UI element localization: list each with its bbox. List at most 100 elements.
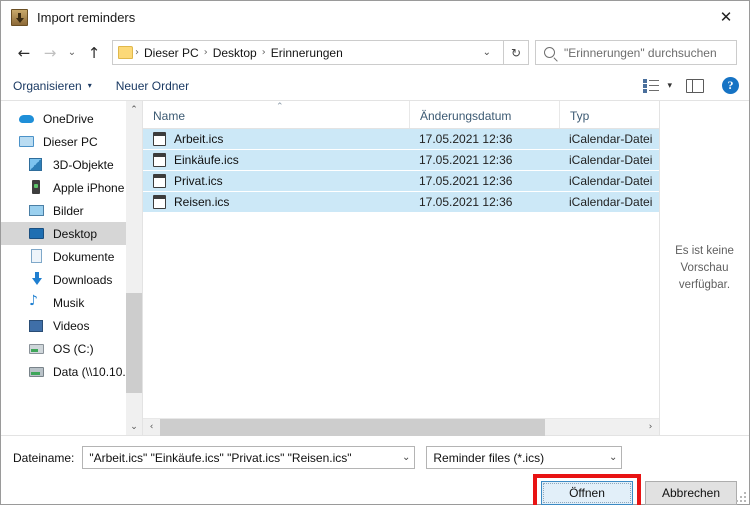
pc-icon: [19, 134, 35, 149]
organize-button[interactable]: Organisieren ▾: [13, 79, 92, 93]
scroll-left-icon[interactable]: ‹: [143, 422, 160, 432]
file-type-filter-value: Reminder files (*.ics): [433, 450, 545, 465]
recent-locations-button[interactable]: ⌄: [63, 40, 81, 66]
chevron-down-icon[interactable]: ⌄: [477, 47, 499, 58]
refresh-button[interactable]: ↻: [504, 40, 529, 65]
sidebar-item-videos[interactable]: Videos: [1, 314, 142, 337]
search-input[interactable]: "Erinnerungen" durchsuchen: [535, 40, 737, 65]
sidebar-item-label: Downloads: [53, 272, 113, 287]
cancel-button[interactable]: Abbrechen: [645, 481, 737, 505]
view-options-caret-icon[interactable]: ▾: [667, 81, 672, 91]
sidebar-item-label: 3D-Objekte: [53, 157, 114, 172]
downloads-icon: [29, 272, 45, 287]
filename-label: Dateiname:: [13, 450, 75, 465]
scroll-up-icon[interactable]: ⌃: [126, 101, 142, 118]
ics-file-icon: [153, 153, 166, 167]
hscroll-track[interactable]: [160, 418, 642, 436]
folder-icon: [118, 46, 133, 59]
3d-objects-icon: [29, 157, 45, 172]
preview-message: Es ist keine Vorschau verfügbar.: [675, 244, 734, 291]
sidebar-item-desktop[interactable]: Desktop: [1, 222, 142, 245]
chevron-down-icon[interactable]: ⌄: [603, 452, 617, 463]
chevron-down-icon: ▾: [87, 81, 92, 90]
command-bar-right: ▾ ?: [643, 77, 739, 94]
breadcrumb-item-0[interactable]: Dieser PC: [141, 46, 202, 60]
breadcrumb-item-2[interactable]: Erinnerungen: [268, 46, 346, 60]
column-header-name-label: Name: [153, 109, 186, 123]
sidebar-item-3d-objekte[interactable]: 3D-Objekte: [1, 153, 142, 176]
column-header-type-label: Typ: [570, 109, 590, 123]
table-row[interactable]: Einkäufe.ics 17.05.2021 12:36 iCalendar-Da…: [143, 150, 659, 171]
sidebar-item-downloads[interactable]: Downloads: [1, 268, 142, 291]
search-icon: [544, 47, 555, 58]
filename-value: "Arbeit.ics" "Einkäufe.ics" "Privat.ics"…: [89, 450, 352, 465]
file-name-cell: Einkäufe.ics: [143, 153, 409, 167]
button-row: Öffnen Abbrechen: [13, 474, 737, 505]
column-header-name[interactable]: Name ⌃: [143, 101, 409, 128]
import-icon: [11, 9, 28, 26]
back-button[interactable]: ←: [11, 40, 37, 66]
sidebar-item-onedrive[interactable]: OneDrive: [1, 107, 142, 130]
sidebar-item-dokumente[interactable]: Dokumente: [1, 245, 142, 268]
breadcrumb-separator-2: ›: [261, 47, 266, 58]
sidebar-item-dieser-pc[interactable]: Dieser PC: [1, 130, 142, 153]
sidebar-item-bilder[interactable]: Bilder: [1, 199, 142, 222]
sidebar-item-data-10-10-0-3[interactable]: Data (\\10.10.0.3: [1, 360, 142, 383]
sidebar-scrollbar[interactable]: ⌃ ⌄: [126, 101, 142, 435]
help-icon[interactable]: ?: [722, 77, 739, 94]
filename-input[interactable]: "Arbeit.ics" "Einkäufe.ics" "Privat.ics"…: [82, 446, 416, 469]
file-list-hscrollbar[interactable]: ‹ ›: [143, 418, 659, 436]
preview-pane-toggle-icon[interactable]: [686, 78, 704, 93]
close-icon[interactable]: ✕: [703, 1, 749, 33]
table-row[interactable]: Reisen.ics 17.05.2021 12:36 iCalendar-Date…: [143, 192, 659, 213]
sidebar-item-apple-iphone[interactable]: Apple iPhone: [1, 176, 142, 199]
sidebar-item-os-c[interactable]: OS (C:): [1, 337, 142, 360]
file-name-cell: Privat.ics: [143, 174, 409, 188]
ics-file-icon: [153, 174, 166, 188]
sidebar-item-label: OS (C:): [53, 341, 94, 356]
sidebar-scroll-track[interactable]: [126, 118, 142, 418]
file-date: 17.05.2021 12:36: [419, 153, 513, 167]
sidebar-item-label: OneDrive: [43, 111, 94, 126]
breadcrumb-item-1[interactable]: Desktop: [210, 46, 260, 60]
file-rows: Arbeit.ics 17.05.2021 12:36 iCalendar-Date…: [143, 129, 659, 418]
hscroll-thumb[interactable]: [160, 418, 545, 436]
ics-file-icon: [153, 132, 166, 146]
view-options-icon[interactable]: [643, 78, 660, 93]
file-type: iCalendar-Datei: [569, 195, 653, 209]
file-type-filter-select[interactable]: Reminder files (*.ics) ⌄: [426, 446, 623, 469]
new-folder-button[interactable]: Neuer Ordner: [116, 79, 189, 93]
navigation-pane: OneDrive Dieser PC 3D-Objekte Apple iPhone B…: [1, 101, 142, 435]
open-button[interactable]: Öffnen: [541, 481, 633, 505]
sidebar-item-musik[interactable]: ♪ Musik: [1, 291, 142, 314]
ics-file-icon: [153, 195, 166, 209]
breadcrumb[interactable]: › Dieser PC › Desktop › Erinnerungen ⌄: [112, 40, 504, 65]
column-headers: Name ⌃ Änderungsdatum Typ: [143, 101, 659, 129]
file-type: iCalendar-Datei: [569, 174, 653, 188]
file-name: Einkäufe.ics: [174, 153, 239, 167]
scroll-right-icon[interactable]: ›: [642, 422, 659, 432]
column-header-type[interactable]: Typ: [559, 101, 659, 128]
chevron-down-icon[interactable]: ⌄: [396, 452, 410, 463]
scroll-down-icon[interactable]: ⌄: [126, 418, 142, 435]
file-name-cell: Arbeit.ics: [143, 132, 409, 146]
column-header-date[interactable]: Änderungsdatum: [409, 101, 559, 128]
file-list-pane: Name ⌃ Änderungsdatum Typ Arbeit.ics 17.0…: [142, 101, 659, 436]
phone-icon: [29, 180, 45, 195]
breadcrumb-separator-0: ›: [135, 47, 139, 58]
documents-icon: [29, 249, 45, 264]
forward-button[interactable]: →: [37, 40, 63, 66]
desktop-icon: [29, 226, 45, 241]
sidebar-scroll-thumb[interactable]: [126, 293, 142, 393]
resize-grip[interactable]: [736, 492, 746, 502]
sidebar-item-label: Bilder: [53, 203, 84, 218]
preview-pane: Es ist keine Vorschau verfügbar.: [659, 101, 749, 435]
table-row[interactable]: Privat.ics 17.05.2021 12:36 iCalendar-Date…: [143, 171, 659, 192]
new-folder-label: Neuer Ordner: [115, 78, 190, 93]
sort-ascending-icon: ⌃: [276, 102, 284, 112]
sidebar-item-label: Dokumente: [53, 249, 115, 264]
open-button-wrapper: Öffnen: [533, 474, 641, 505]
up-button[interactable]: ↑: [81, 40, 107, 66]
table-row[interactable]: Arbeit.ics 17.05.2021 12:36 iCalendar-Date…: [143, 129, 659, 150]
file-date: 17.05.2021 12:36: [419, 195, 513, 209]
